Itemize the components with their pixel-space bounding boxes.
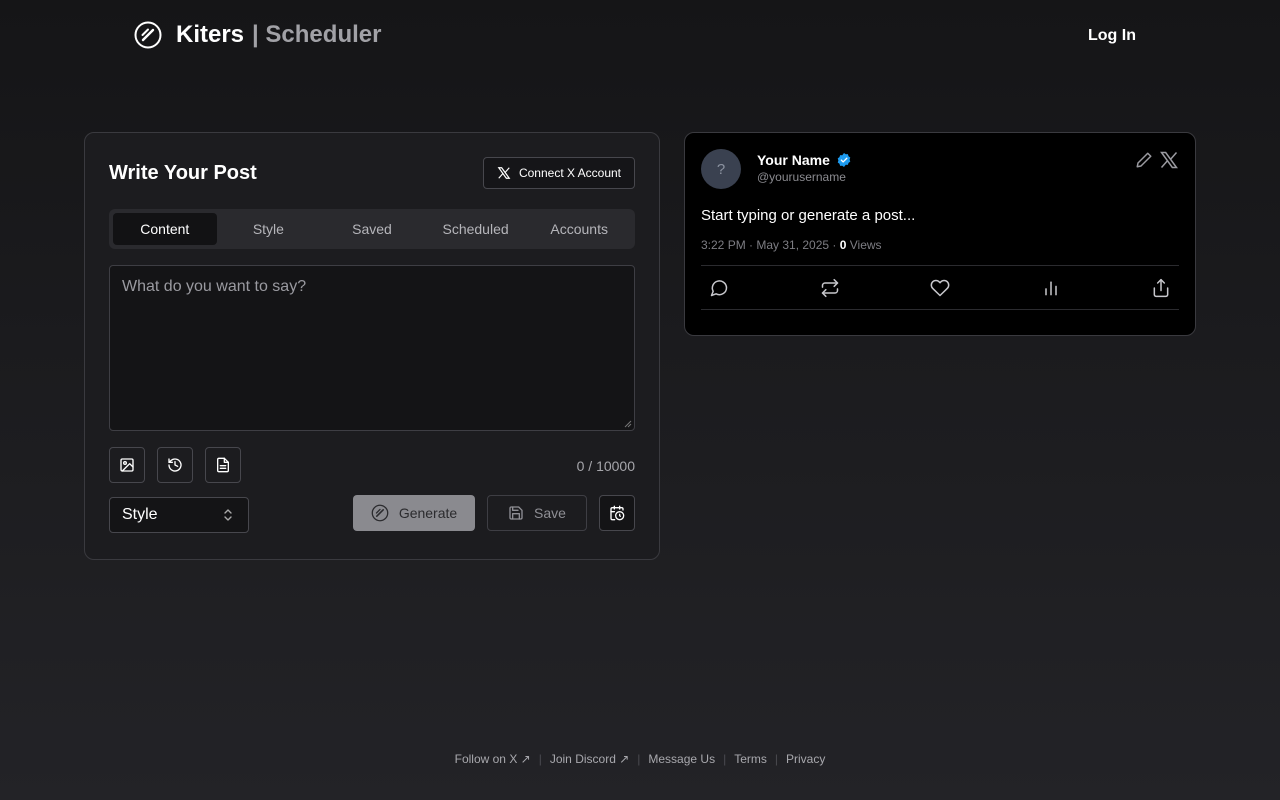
x-logo-icon bbox=[497, 167, 511, 179]
tab-saved[interactable]: Saved bbox=[320, 213, 424, 245]
image-icon bbox=[120, 458, 134, 472]
views-label: Views bbox=[846, 238, 882, 252]
footer-link-discord[interactable]: Join Discord ↗ bbox=[550, 752, 629, 766]
logo-icon bbox=[134, 21, 162, 49]
x-logo-icon bbox=[1160, 151, 1178, 169]
footer-link-privacy[interactable]: Privacy bbox=[786, 752, 825, 766]
footer-link-message[interactable]: Message Us bbox=[648, 752, 715, 766]
post-text-input[interactable]: What do you want to say? bbox=[109, 265, 635, 431]
schedule-button[interactable] bbox=[599, 495, 635, 531]
document-button[interactable] bbox=[205, 447, 241, 483]
brand-name: Kiters bbox=[176, 21, 245, 48]
style-select[interactable]: Style bbox=[109, 497, 249, 533]
tab-style[interactable]: Style bbox=[217, 213, 321, 245]
analytics-icon[interactable] bbox=[1041, 278, 1061, 298]
footer: Follow on X ↗ | Join Discord ↗ | Message Us |… bbox=[0, 752, 1280, 766]
edit-icon[interactable] bbox=[1135, 151, 1153, 169]
share-icon[interactable] bbox=[1151, 278, 1171, 298]
header: Kiters | Scheduler Log In bbox=[0, 0, 1280, 72]
preview-timestamp: 3:22 PM · May 31, 2025 · bbox=[701, 238, 840, 252]
tab-accounts[interactable]: Accounts bbox=[527, 213, 631, 245]
generate-button[interactable]: Generate bbox=[353, 495, 475, 531]
preview-body: Start typing or generate a post... bbox=[701, 207, 916, 224]
preview-name-text: Your Name bbox=[757, 152, 830, 168]
generate-label: Generate bbox=[398, 505, 458, 521]
footer-divider: | bbox=[774, 752, 779, 766]
document-icon bbox=[217, 457, 229, 473]
save-button[interactable]: Save bbox=[487, 495, 587, 531]
heart-icon[interactable] bbox=[930, 278, 950, 298]
generate-icon bbox=[371, 504, 389, 522]
tweet-actions bbox=[701, 265, 1179, 310]
preview-handle: @yourusername bbox=[757, 170, 846, 184]
save-label: Save bbox=[534, 505, 566, 521]
footer-divider: | bbox=[538, 752, 542, 766]
calendar-clock-icon bbox=[610, 505, 625, 521]
history-icon bbox=[168, 458, 182, 472]
style-select-value: Style bbox=[122, 506, 158, 523]
footer-divider: | bbox=[637, 752, 641, 766]
tab-scheduled[interactable]: Scheduled bbox=[424, 213, 528, 245]
character-count: 0 / 10000 bbox=[576, 458, 635, 474]
retweet-icon[interactable] bbox=[820, 278, 840, 298]
footer-link-follow-x[interactable]: Follow on X ↗ bbox=[455, 752, 531, 766]
add-image-button[interactable] bbox=[109, 447, 145, 483]
avatar: ? bbox=[701, 149, 741, 189]
verified-badge-icon bbox=[837, 153, 851, 167]
connect-label: Connect X Account bbox=[518, 166, 622, 180]
login-button[interactable]: Log In bbox=[1088, 27, 1136, 45]
save-icon bbox=[509, 506, 523, 520]
footer-divider: | bbox=[723, 752, 727, 766]
post-placeholder: What do you want to say? bbox=[122, 278, 307, 295]
chevron-up-down-icon bbox=[224, 509, 232, 521]
history-button[interactable] bbox=[157, 447, 193, 483]
preview-name: Your Name bbox=[757, 152, 852, 168]
connect-x-account-button[interactable]: Connect X Account bbox=[483, 157, 635, 189]
logo[interactable]: Kiters | Scheduler bbox=[134, 21, 381, 49]
panel-title: Write Your Post bbox=[109, 162, 257, 184]
preview-meta: 3:22 PM · May 31, 2025 · 0 Views bbox=[701, 238, 882, 252]
brand-subtitle: | Scheduler bbox=[252, 21, 382, 48]
tweet-preview-panel: ? Your Name @yourusername Start typing o… bbox=[684, 132, 1196, 336]
editor-tabs: Content Style Saved Scheduled Accounts bbox=[109, 209, 635, 249]
footer-link-terms[interactable]: Terms bbox=[734, 752, 767, 766]
tab-content[interactable]: Content bbox=[113, 213, 217, 245]
post-editor-panel: Write Your Post Connect X Account Conten… bbox=[84, 132, 660, 560]
resize-grip-icon[interactable] bbox=[624, 420, 632, 428]
reply-icon[interactable] bbox=[709, 278, 729, 298]
